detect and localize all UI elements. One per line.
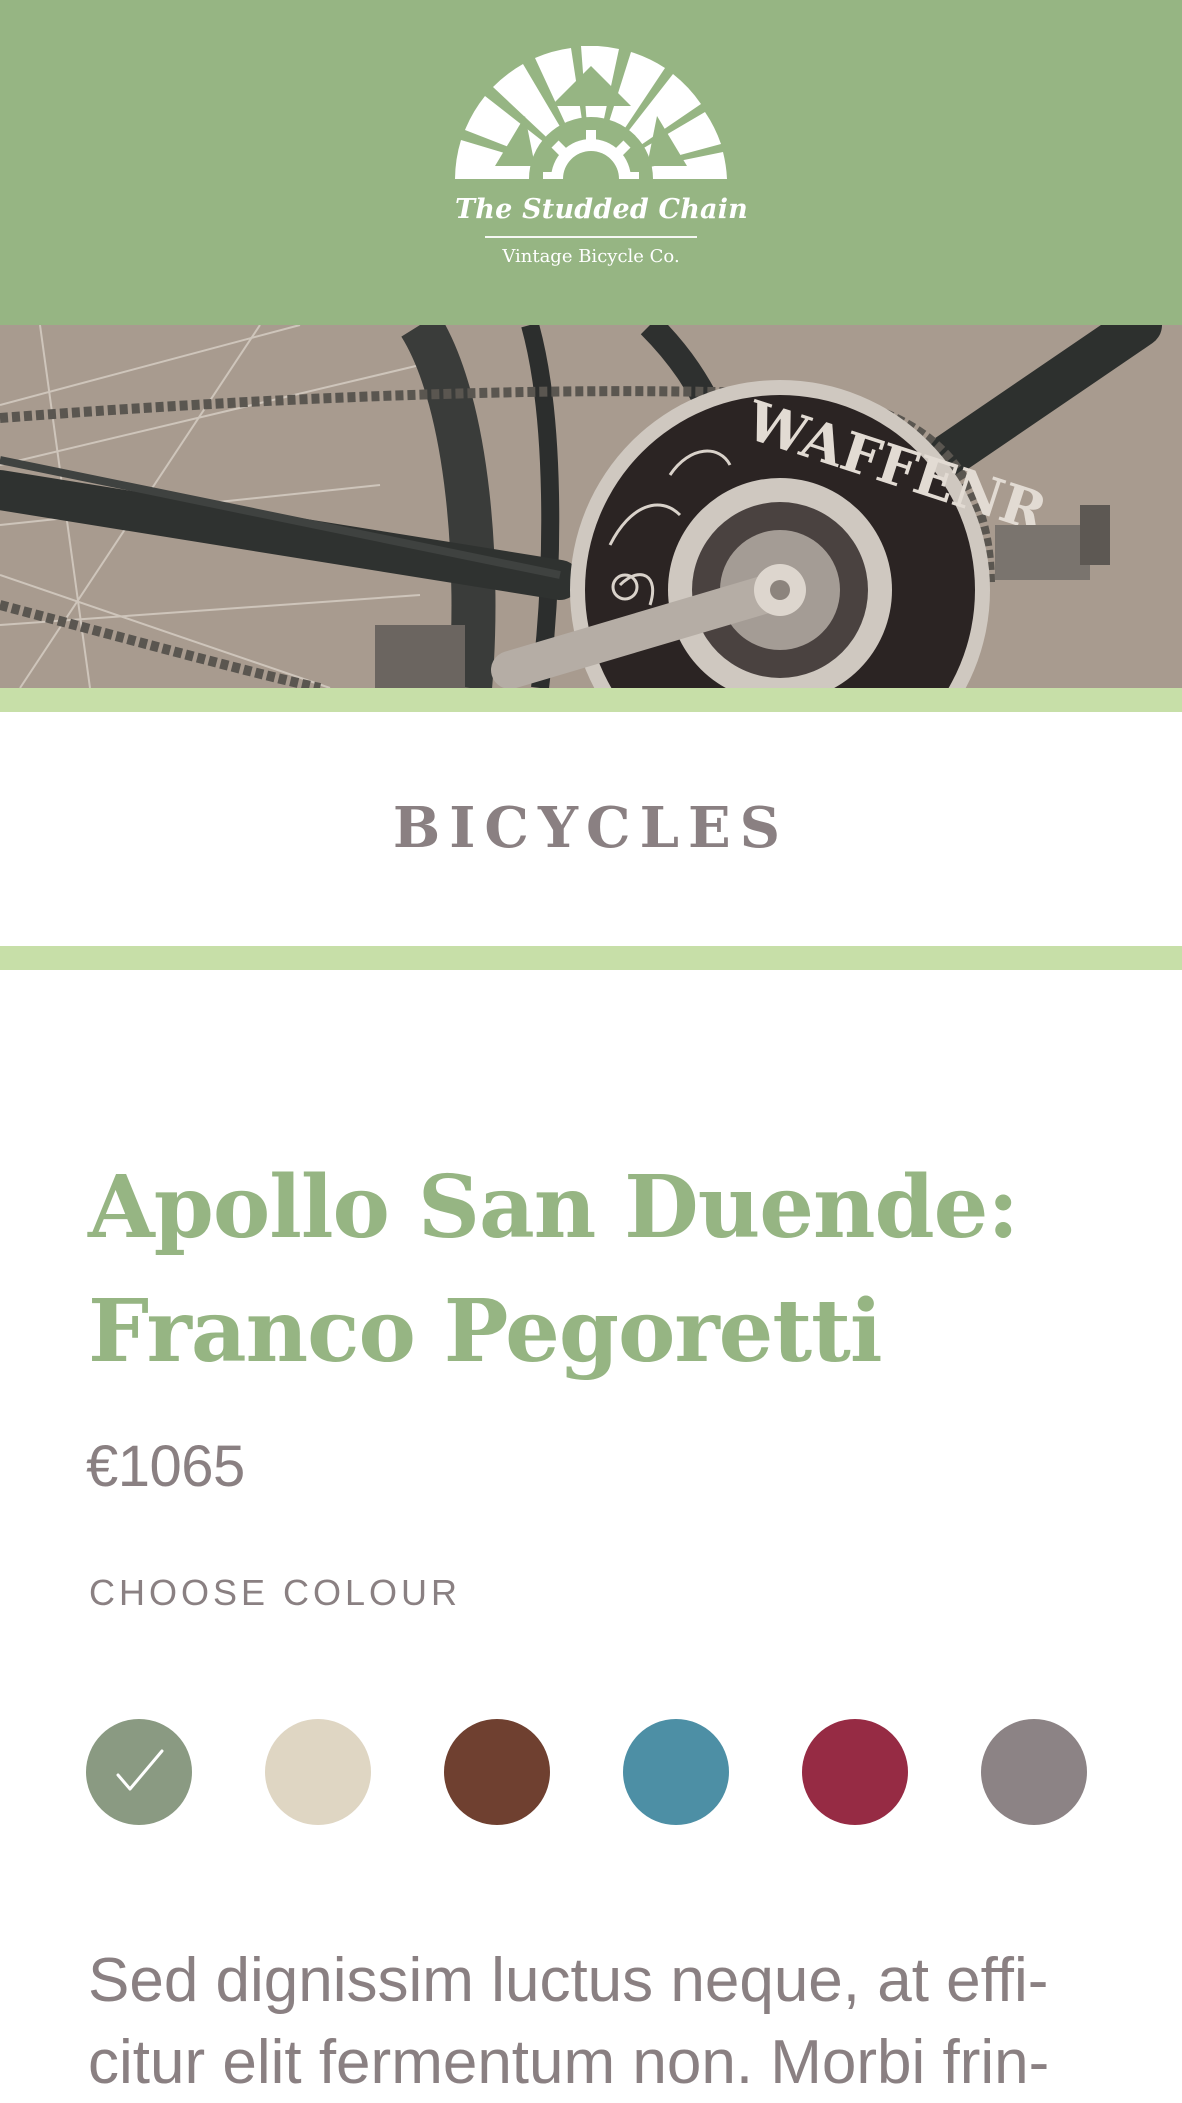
brand-name: The Studded Chain [455,194,749,225]
hero-image: WAFFENR [0,325,1182,688]
divider-band-bottom [0,946,1182,970]
brand-tagline: Vintage Bicycle Co. [502,246,680,267]
site-header: The Studded Chain Vintage Bicycle Co. [0,0,1182,325]
colour-swatch-sage[interactable] [86,1719,192,1825]
divider-band-top [0,688,1182,712]
product-title-line1: Apollo San Duende: [88,1157,1019,1258]
checkmark-icon [116,1749,164,1791]
colour-label: CHOOSE COLOUR [89,1572,462,1613]
colour-swatch-cream[interactable] [265,1719,371,1825]
product-description: Sed dignissim luctus neque, at effi- cit… [88,1940,1108,2103]
brand-logo[interactable]: The Studded Chain Vintage Bicycle Co. [455,46,749,286]
colour-swatch-grey[interactable] [981,1719,1087,1825]
category-heading: BICYCLES [392,795,790,861]
description-line1: Sed dignissim luctus neque, at effi- [88,1946,1049,2015]
description-line2: citur elit fermentum non. Morbi frin- [88,2028,1050,2097]
sunburst-icon [455,46,727,196]
product-title: Apollo San Duende: Franco Pegoretti [88,1146,1088,1394]
colour-swatch-crimson[interactable] [802,1719,908,1825]
logo-divider [485,236,697,238]
colour-swatch-teal[interactable] [623,1719,729,1825]
product-title-line2: Franco Pegoretti [88,1281,882,1382]
bicycle-photo-icon: WAFFENR [0,325,1182,688]
product-price: €1065 [86,1434,245,1499]
colour-swatch-brown[interactable] [444,1719,550,1825]
